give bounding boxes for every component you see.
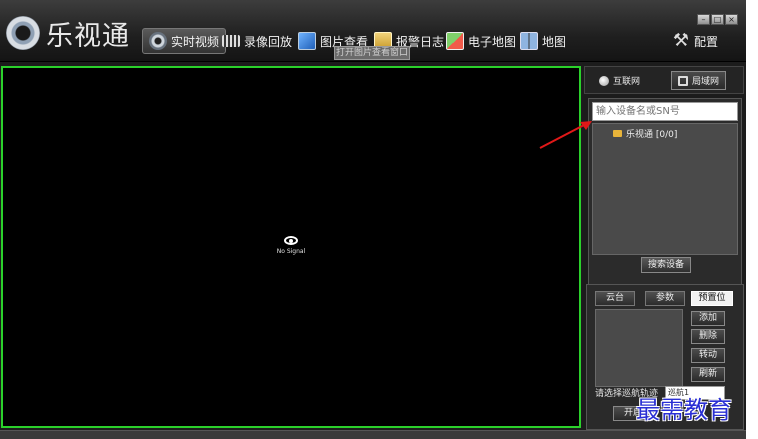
webcam-logo-icon bbox=[6, 16, 40, 50]
nav-label: 配置 bbox=[694, 34, 719, 49]
nav-config[interactable]: ⚒ 配置 bbox=[666, 28, 724, 54]
nav-label: 实时视频 bbox=[171, 34, 220, 49]
app-window: 乐视通 实时视频 录像回放 图片查看 报警日志 电子地图 地图 ⚒ 配置 打开图… bbox=[0, 0, 746, 439]
app-title: 乐视通 bbox=[46, 21, 130, 52]
tree-node-label: 乐视通 [0/0] bbox=[626, 130, 678, 140]
tab-params[interactable]: 参数 bbox=[645, 291, 685, 306]
refresh-button[interactable]: 刷新 bbox=[691, 367, 725, 382]
nav-e-map[interactable]: 电子地图 bbox=[440, 28, 522, 54]
window-controls: – □ × bbox=[697, 14, 738, 25]
eye-icon bbox=[284, 236, 298, 245]
map-book-icon bbox=[520, 32, 538, 50]
network-tabs: 互联网 局域网 bbox=[584, 66, 744, 94]
tab-ptz[interactable]: 云台 bbox=[595, 291, 635, 306]
no-signal-text: No Signal bbox=[276, 248, 306, 255]
device-tree[interactable]: 乐视通 [0/0] bbox=[592, 123, 738, 255]
tree-root-node[interactable]: 乐视通 [0/0] bbox=[613, 127, 677, 140]
watermark: 最需教育 bbox=[636, 396, 732, 424]
right-panel: 互联网 局域网 乐视通 [0/0] 搜索设备 云台 参数 预置位 添加 bbox=[584, 62, 746, 432]
main-toolbar: 乐视通 实时视频 录像回放 图片查看 报警日志 电子地图 地图 ⚒ 配置 打开图… bbox=[0, 0, 746, 62]
maximize-icon[interactable]: □ bbox=[711, 14, 724, 25]
folder-icon bbox=[613, 130, 622, 137]
tab-label: 互联网 bbox=[613, 77, 641, 87]
lan-icon bbox=[678, 75, 688, 86]
red-arrow-annotation bbox=[539, 121, 592, 149]
tab-label: 局域网 bbox=[692, 77, 720, 87]
nav-playback[interactable]: 录像回放 bbox=[216, 28, 298, 54]
nav-live-video[interactable]: 实时视频 bbox=[142, 28, 227, 54]
close-icon[interactable]: × bbox=[725, 14, 738, 25]
nav-map[interactable]: 地图 bbox=[514, 28, 572, 54]
map-pin-icon bbox=[446, 32, 464, 50]
status-bar bbox=[0, 430, 746, 439]
film-icon bbox=[222, 35, 240, 47]
add-button[interactable]: 添加 bbox=[691, 311, 725, 326]
tooltip: 打开图片查看窗口 bbox=[334, 46, 410, 60]
device-search-input[interactable] bbox=[592, 102, 738, 121]
tab-internet[interactable]: 互联网 bbox=[593, 71, 646, 90]
turn-button[interactable]: 转动 bbox=[691, 348, 725, 363]
search-device-button[interactable]: 搜索设备 bbox=[641, 257, 691, 273]
tab-lan[interactable]: 局域网 bbox=[671, 71, 727, 90]
nav-label: 电子地图 bbox=[468, 34, 517, 49]
video-view[interactable]: No Signal bbox=[1, 66, 581, 428]
delete-button[interactable]: 删除 bbox=[691, 329, 725, 344]
preset-list[interactable] bbox=[595, 309, 683, 387]
globe-icon bbox=[599, 75, 609, 86]
picture-icon bbox=[298, 32, 316, 50]
tab-preset[interactable]: 预置位 bbox=[691, 291, 733, 306]
no-signal-indicator: No Signal bbox=[261, 236, 321, 255]
minimize-icon[interactable]: – bbox=[697, 14, 710, 25]
tools-icon: ⚒ bbox=[672, 30, 690, 51]
camera-icon bbox=[149, 32, 167, 50]
nav-label: 录像回放 bbox=[244, 34, 293, 49]
nav-label: 地图 bbox=[542, 34, 567, 49]
